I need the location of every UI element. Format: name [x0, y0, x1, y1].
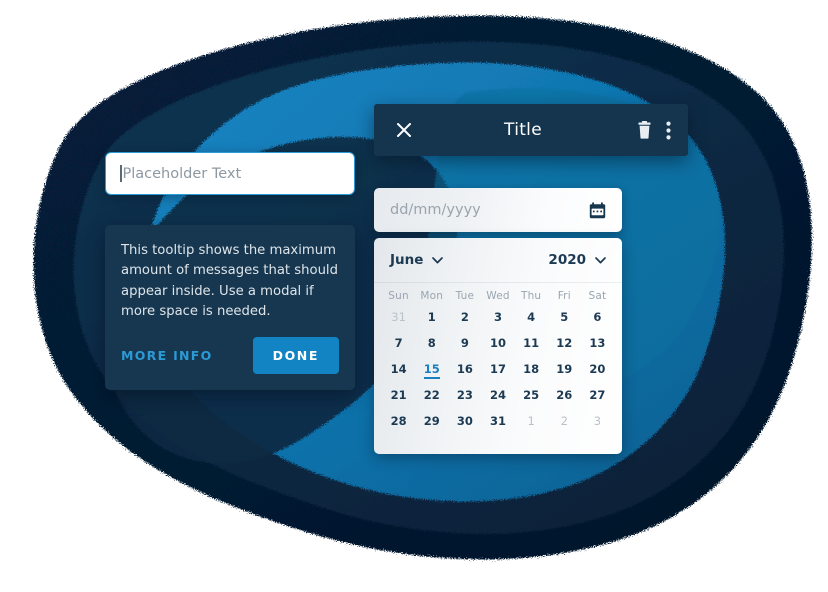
calendar-day[interactable]: 20: [581, 356, 614, 382]
text-cursor: [120, 165, 122, 182]
weekday-label: Mon: [420, 290, 444, 302]
calendar-day[interactable]: 16: [448, 356, 481, 382]
year-selector[interactable]: 2020: [548, 252, 606, 268]
month-label: June: [390, 252, 424, 268]
weekday-label: Tue: [455, 290, 475, 302]
calendar-day[interactable]: 30: [448, 408, 481, 434]
calendar-day[interactable]: 7: [382, 330, 415, 356]
more-info-link[interactable]: MORE INFO: [121, 348, 213, 363]
tooltip-arrow: [224, 371, 246, 382]
calendar-day[interactable]: 8: [415, 330, 448, 356]
weekday-label: Fri: [557, 290, 571, 302]
calendar-day[interactable]: 31: [481, 408, 514, 434]
trash-icon: [638, 121, 651, 139]
calendar-day-grid: 31 1 2 3 4 5 6 7 8 9 10 11 12 13 14 15 16 17 18 19 20 21 22 23 2…: [374, 304, 622, 434]
tooltip-card: This tooltip shows the maximum amount of…: [105, 225, 355, 390]
month-selector[interactable]: June: [390, 252, 444, 268]
calendar-day[interactable]: 11: [515, 330, 548, 356]
calendar-day[interactable]: 26: [548, 382, 581, 408]
calendar-day[interactable]: 27: [581, 382, 614, 408]
calendar-day[interactable]: 18: [515, 356, 548, 382]
weekday-label: Thu: [520, 290, 542, 302]
calendar-day[interactable]: 22: [415, 382, 448, 408]
calendar-day[interactable]: 19: [548, 356, 581, 382]
date-input-placeholder: dd/mm/yyyy: [390, 202, 481, 218]
calendar-day: 31: [391, 310, 406, 324]
modal-titlebar: Title: [374, 104, 688, 156]
calendar-header: June 2020: [374, 238, 622, 283]
calendar-day: 3: [593, 414, 602, 428]
calendar-day[interactable]: 5: [548, 304, 581, 330]
weekday-label: Wed: [486, 290, 510, 302]
calendar-day[interactable]: 23: [448, 382, 481, 408]
chevron-down-icon: [595, 256, 606, 263]
calendar-icon: [589, 201, 606, 218]
year-label: 2020: [548, 252, 586, 268]
text-input-placeholder: Placeholder Text: [122, 165, 242, 182]
done-button[interactable]: DONE: [252, 336, 339, 374]
calendar-day-selected[interactable]: 15: [415, 356, 448, 382]
calendar-picker-button[interactable]: [589, 201, 606, 219]
tooltip-message: This tooltip shows the maximum amount of…: [121, 243, 338, 320]
calendar-day: 1: [527, 414, 535, 428]
calendar-day[interactable]: 1: [415, 304, 448, 330]
calendar-day[interactable]: 24: [481, 382, 514, 408]
calendar-day[interactable]: 6: [581, 304, 614, 330]
calendar-weekday-header: Sun Mon Tue Wed Thu Fri Sat: [374, 283, 622, 304]
calendar-day[interactable]: 14: [382, 356, 415, 382]
calendar-picker: June 2020 Sun Mon Tue Wed Thu Fri Sat 31 1 2 3 4 5 6…: [374, 238, 622, 454]
screenshot-stage: Title dd/mm/yyyy June 2020 Sun Mon Tue W…: [0, 0, 828, 592]
modal-title: Title: [504, 120, 542, 140]
more-options-button[interactable]: [666, 121, 671, 140]
calendar-day[interactable]: 3: [481, 304, 514, 330]
calendar-day[interactable]: 29: [415, 408, 448, 434]
calendar-day[interactable]: 10: [481, 330, 514, 356]
calendar-day[interactable]: 13: [581, 330, 614, 356]
calendar-day[interactable]: 9: [448, 330, 481, 356]
weekday-label: Sun: [388, 290, 409, 302]
calendar-day[interactable]: 28: [382, 408, 415, 434]
calendar-day[interactable]: 17: [481, 356, 514, 382]
calendar-day[interactable]: 12: [548, 330, 581, 356]
modal-actions: [637, 121, 671, 140]
delete-button[interactable]: [637, 121, 652, 139]
date-input[interactable]: dd/mm/yyyy: [374, 188, 622, 232]
calendar-day[interactable]: 2: [448, 304, 481, 330]
chevron-down-icon: [432, 256, 444, 263]
calendar-day[interactable]: 25: [515, 382, 548, 408]
calendar-day[interactable]: 21: [382, 382, 415, 408]
text-input-field[interactable]: Placeholder Text: [105, 152, 355, 195]
calendar-day[interactable]: 4: [515, 304, 548, 330]
weekday-label: Sat: [588, 290, 607, 302]
more-vertical-icon: [666, 121, 671, 139]
calendar-day: 2: [560, 414, 568, 428]
